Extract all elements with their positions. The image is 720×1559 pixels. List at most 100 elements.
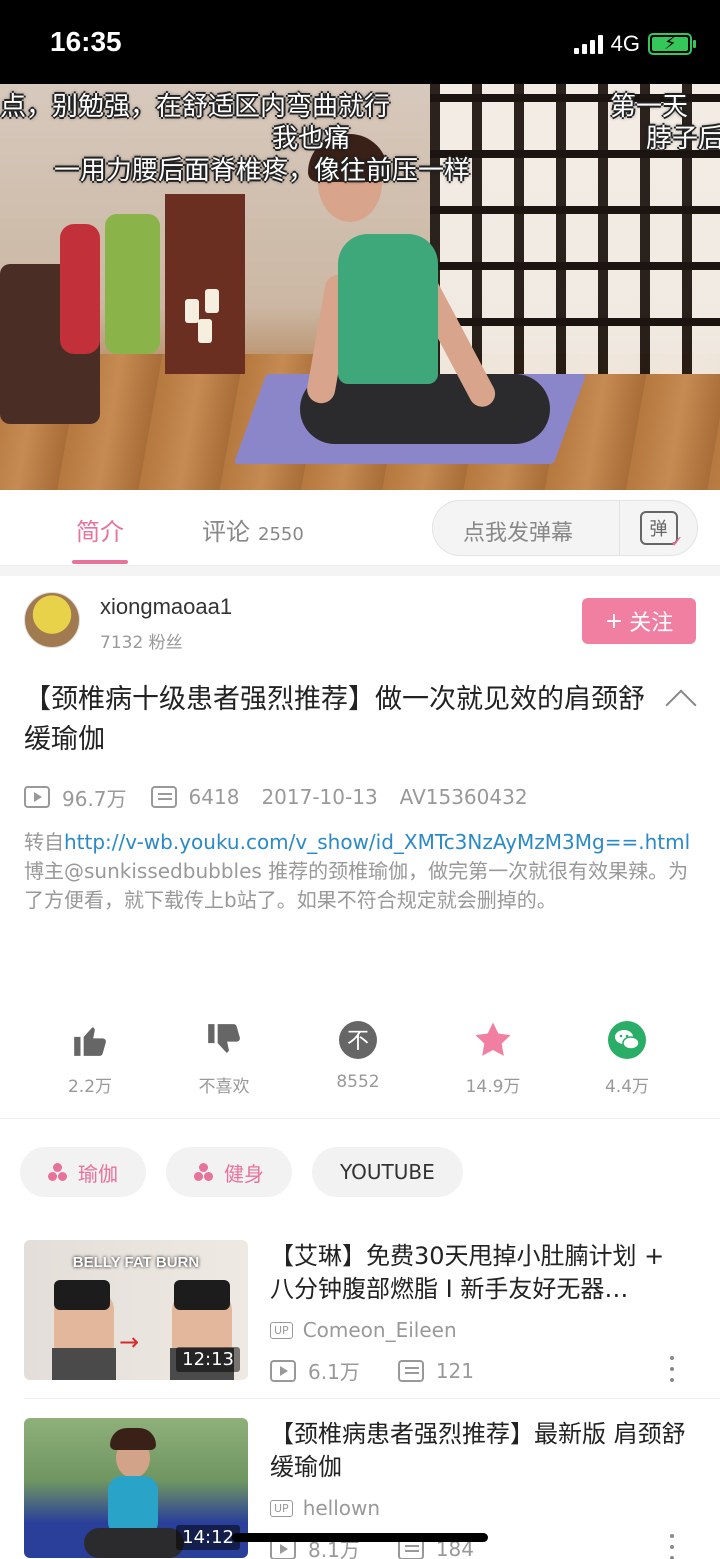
home-indicator[interactable] — [232, 1533, 488, 1542]
divider — [0, 1118, 720, 1119]
video-candle — [205, 289, 219, 313]
recommended-stats: 6.1万 121 — [270, 1356, 474, 1385]
video-meta: 96.7万 6418 2017-10-13 AV15360432 — [24, 782, 528, 812]
description-text: 博主@sunkissedbubbles 推荐的颈椎瑜伽，做完第一次就很有效果辣。… — [24, 859, 689, 912]
tab-comments-label: 评论 — [202, 518, 250, 546]
status-indicators: 4G ⚡ — [573, 30, 696, 58]
tab-intro[interactable]: 简介 — [76, 512, 124, 547]
favorite-button[interactable]: 14.9万 — [433, 1020, 553, 1097]
share-button[interactable]: 4.4万 — [567, 1020, 687, 1097]
channel-icon — [48, 1163, 68, 1181]
coin-button[interactable]: 不 8552 — [298, 1020, 418, 1092]
up-badge: UP — [270, 1499, 293, 1517]
tab-active-indicator — [72, 560, 128, 564]
channel-icon — [194, 1163, 214, 1181]
thumb-pants — [52, 1348, 116, 1380]
repost-link[interactable]: http://v-wb.youku.com/v_show/id_XMTc3NzA… — [64, 830, 690, 854]
upload-date: 2017-10-13 — [261, 785, 378, 809]
video-candle — [185, 299, 199, 323]
play-count-icon — [24, 786, 50, 808]
danmaku-count-icon — [397, 1359, 424, 1382]
video-thumbnail[interactable]: → BELLY FAT BURN 12:13 — [24, 1240, 248, 1380]
star-icon — [473, 1020, 513, 1060]
comments-count: 2550 — [258, 524, 304, 545]
danmaku-subtitle: 一用力腰后面脊椎疼，像往前压一样 — [54, 156, 471, 186]
more-options-icon[interactable] — [668, 1534, 676, 1559]
plus-icon: + — [604, 608, 624, 634]
danmaku-count-icon — [150, 786, 177, 808]
thumbs-down-icon — [204, 1020, 244, 1060]
follow-button[interactable]: + 关注 — [582, 598, 696, 644]
tab-comments[interactable]: 评论 2550 — [202, 512, 304, 547]
share-count: 4.4万 — [604, 1077, 650, 1097]
tag-yoga[interactable]: 瑜伽 — [20, 1147, 146, 1197]
recommended-uploader: UP Comeon_Eileen — [270, 1318, 457, 1342]
uploader-fans: 7132 粉丝 — [100, 633, 183, 653]
thumb-body — [108, 1476, 158, 1536]
status-time: 16:35 — [50, 26, 122, 57]
play-count-icon — [270, 1359, 296, 1382]
avatar[interactable] — [24, 592, 80, 648]
recommended-video[interactable]: → BELLY FAT BURN 12:13 【艾琳】免费30天甩掉小肚腩计划 … — [0, 1240, 720, 1390]
status-bar: 16:35 4G ⚡ — [0, 0, 720, 84]
like-button[interactable]: 2.2万 — [30, 1020, 150, 1097]
recommended-title: 【艾琳】免费30天甩掉小肚腩计划 + 八分钟腹部燃脂 I 新手友好无器… — [270, 1242, 665, 1303]
video-duration: 14:12 — [176, 1525, 240, 1550]
coin-icon: 不 — [338, 1020, 378, 1060]
danmaku-icon-text: 弹 — [649, 519, 668, 540]
tag-youtube[interactable]: YOUTUBE — [312, 1147, 463, 1197]
video-title: 【颈椎病十级患者强烈推荐】做一次就见效的肩颈舒缓瑜伽 — [24, 684, 645, 755]
video-player[interactable]: 点，别勉强，在舒适区内弯曲就行 第一天 我也痛 脖子后 一用力腰后面脊椎疼，像往… — [0, 84, 720, 490]
uploader-name: Comeon_Eileen — [302, 1318, 457, 1342]
repost-prefix: 转自 — [24, 830, 64, 854]
favorite-count: 14.9万 — [465, 1077, 521, 1097]
video-description: 转自http://v-wb.youku.com/v_show/id_XMTc3N… — [24, 828, 696, 915]
tag-label: 健身 — [224, 1161, 264, 1186]
dislike-button[interactable]: 不喜欢 — [164, 1020, 284, 1097]
thumbs-up-icon — [70, 1020, 110, 1060]
thumb-top — [54, 1280, 110, 1310]
thumb-hair — [110, 1428, 156, 1450]
network-type: 4G — [610, 31, 640, 56]
thumb-caption: BELLY FAT BURN — [72, 1254, 200, 1271]
video-yoga-roll — [60, 224, 100, 354]
up-badge: UP — [270, 1321, 293, 1339]
danmaku-count: 121 — [435, 1358, 474, 1383]
danmaku-count: 6418 — [188, 785, 240, 809]
view-count: 6.1万 — [308, 1360, 360, 1384]
tag-fitness[interactable]: 健身 — [166, 1147, 292, 1197]
danmaku-input[interactable]: 点我发弹幕 弹 — [432, 500, 698, 556]
thumb-legs — [84, 1528, 184, 1558]
svg-text:不: 不 — [347, 1029, 369, 1054]
video-thumbnail[interactable]: 14:12 — [24, 1418, 248, 1558]
uploader-section: xiongmaoaa1 7132 粉丝 + 关注 — [0, 576, 720, 666]
danmaku-icon: 弹 — [639, 511, 684, 551]
tab-bar: 简介 评论 2550 点我发弹幕 弹 — [0, 490, 720, 566]
action-bar: 2.2万 不喜欢 不 8552 14.9万 4.4万 — [0, 1020, 720, 1110]
danmaku-subtitle: 脖子后 — [646, 124, 720, 154]
follow-label: 关注 — [629, 611, 674, 636]
video-shelf — [165, 194, 245, 374]
video-person-body — [338, 234, 438, 384]
uploader-name: hellown — [302, 1496, 381, 1520]
recommended-uploader: UP hellown — [270, 1496, 380, 1520]
coin-count: 8552 — [336, 1072, 380, 1092]
chevron-up-icon[interactable] — [665, 689, 697, 721]
video-candle — [198, 319, 212, 343]
av-number: AV15360432 — [399, 785, 528, 809]
tag-label: 瑜伽 — [78, 1161, 118, 1186]
tag-list: 瑜伽 健身 YOUTUBE — [20, 1147, 463, 1197]
video-duration: 12:13 — [176, 1347, 240, 1372]
arrow-right-icon: → — [119, 1328, 140, 1356]
like-count: 2.2万 — [67, 1077, 113, 1097]
view-count: 96.7万 — [62, 786, 127, 811]
more-options-icon[interactable] — [668, 1356, 676, 1382]
danmaku-toggle-button[interactable]: 弹 — [619, 501, 697, 555]
uploader-name[interactable]: xiongmaoaa1 — [100, 594, 232, 620]
dislike-label: 不喜欢 — [198, 1077, 250, 1097]
divider — [24, 1398, 720, 1399]
battery-icon: ⚡ — [648, 33, 696, 55]
danmaku-placeholder: 点我发弹幕 — [463, 521, 574, 546]
wechat-icon — [607, 1020, 647, 1060]
section-gap — [0, 566, 720, 576]
